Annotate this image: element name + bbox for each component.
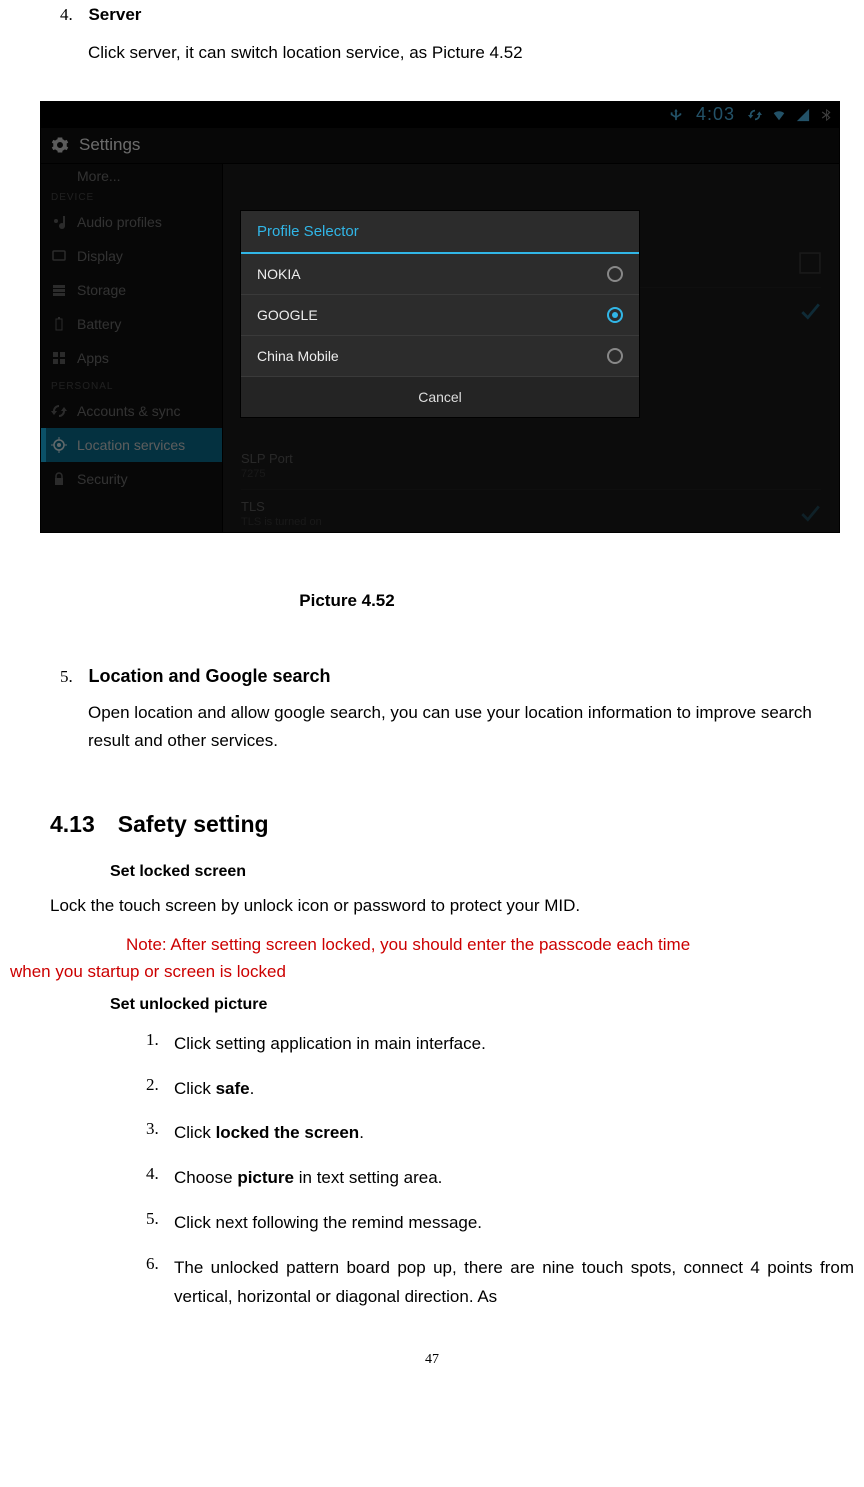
step-text: Click safe.: [174, 1075, 854, 1104]
step: 5. Click next following the remind messa…: [146, 1209, 854, 1238]
radio-icon[interactable]: [607, 307, 623, 323]
marker: 5.: [60, 667, 84, 687]
option-label: GOOGLE: [257, 307, 318, 323]
section-heading: 4.13 Safety setting: [50, 811, 854, 838]
radio-icon[interactable]: [607, 348, 623, 364]
option-label: NOKIA: [257, 266, 301, 282]
step: 1. Click setting application in main int…: [146, 1030, 854, 1059]
option-nokia[interactable]: NOKIA: [241, 254, 639, 295]
figure-caption: Picture 4.52: [10, 591, 684, 611]
item-desc: Open location and allow google search, y…: [88, 699, 854, 757]
step: 3. Click locked the screen.: [146, 1119, 854, 1148]
note-text: Note: After setting screen locked, you s…: [10, 931, 854, 985]
radio-icon[interactable]: [607, 266, 623, 282]
option-google[interactable]: GOOGLE: [241, 295, 639, 336]
page-number: 47: [10, 1352, 854, 1368]
step-number: 5.: [146, 1209, 174, 1238]
step-number: 2.: [146, 1075, 174, 1104]
dialog-title: Profile Selector: [241, 211, 639, 254]
item-title: Server: [88, 5, 141, 24]
list-item-location-google: 5. Location and Google search: [60, 666, 854, 687]
subheading: Set unlocked picture: [110, 996, 854, 1014]
profile-selector-dialog: Profile Selector NOKIA GOOGLE China Mobi…: [240, 210, 640, 418]
step-text: The unlocked pattern board pop up, there…: [174, 1254, 854, 1312]
note-line2: when you startup or screen is locked: [10, 962, 286, 981]
note-line1: Note: After setting screen locked, you s…: [126, 935, 690, 954]
step: 4. Choose picture in text setting area.: [146, 1164, 854, 1193]
step-text: Choose picture in text setting area.: [174, 1164, 854, 1193]
option-label: China Mobile: [257, 348, 339, 364]
subheading: Set locked screen: [110, 863, 854, 881]
step-text: Click setting application in main interf…: [174, 1030, 854, 1059]
android-settings-screenshot: 4:03 Settings More... DEVICE: [40, 101, 840, 533]
item-desc: Click server, it can switch location ser…: [88, 40, 854, 66]
item-title: Location and Google search: [88, 666, 330, 686]
marker: 4.: [60, 5, 84, 25]
step-number: 3.: [146, 1119, 174, 1148]
paragraph: Lock the touch screen by unlock icon or …: [50, 896, 854, 916]
steps-list: 1. Click setting application in main int…: [146, 1030, 854, 1312]
step-text: Click next following the remind message.: [174, 1209, 854, 1238]
step: 2. Click safe.: [146, 1075, 854, 1104]
step: 6. The unlocked pattern board pop up, th…: [146, 1254, 854, 1312]
step-text: Click locked the screen.: [174, 1119, 854, 1148]
option-china-mobile[interactable]: China Mobile: [241, 336, 639, 377]
screenshot-figure: 4:03 Settings More... DEVICE: [40, 101, 824, 533]
dialog-scrim: Profile Selector NOKIA GOOGLE China Mobi…: [41, 102, 839, 532]
list-item-server: 4. Server: [60, 5, 854, 25]
step-number: 4.: [146, 1164, 174, 1193]
step-number: 6.: [146, 1254, 174, 1312]
cancel-button[interactable]: Cancel: [241, 377, 639, 417]
step-number: 1.: [146, 1030, 174, 1059]
